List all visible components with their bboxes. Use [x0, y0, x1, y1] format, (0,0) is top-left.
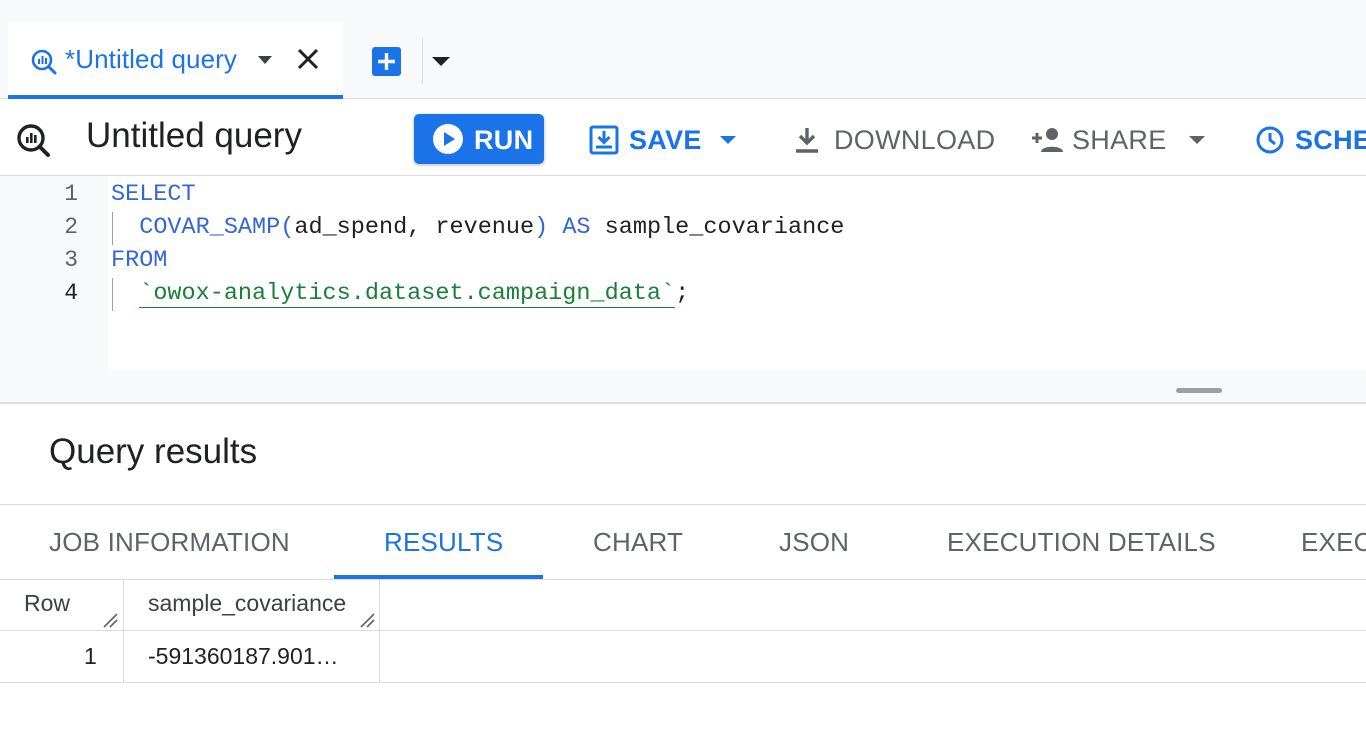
keyword-as: AS	[562, 214, 591, 241]
editor-resize-handle[interactable]	[1176, 388, 1222, 393]
line-number: 1	[64, 181, 78, 207]
editor-text-area[interactable]	[108, 176, 1366, 369]
column-resize-icon[interactable]	[359, 612, 375, 628]
share-chevron-down-icon	[1188, 136, 1205, 144]
column-divider	[379, 580, 380, 683]
line-number: 2	[64, 214, 78, 240]
tab-job-information[interactable]: JOB INFORMATION	[49, 527, 290, 558]
results-title: Query results	[49, 432, 258, 471]
table-header-row: Row sample_covariance	[0, 580, 1366, 631]
run-button[interactable]: RUN	[414, 114, 544, 164]
tab-label: *Untitled query	[65, 44, 238, 74]
page-title: Untitled query	[86, 116, 302, 155]
download-label: DOWNLOAD	[834, 124, 996, 155]
query-icon	[17, 124, 50, 157]
column-resize-icon[interactable]	[102, 612, 118, 628]
code-line-2: COVAR_SAMP(ad_spend, revenue) AS sample_…	[111, 214, 844, 241]
download-icon	[796, 128, 818, 153]
new-query-plus-icon[interactable]	[371, 46, 402, 77]
clock-icon	[1256, 126, 1284, 154]
code-line-3: FROM	[111, 247, 167, 274]
function-covar-samp: COVAR_SAMP(	[139, 214, 295, 241]
share-button[interactable]: SHARE	[1030, 120, 1205, 160]
results-tab-bar: JOB INFORMATION RESULTS CHART JSON EXECU…	[0, 504, 1366, 580]
share-label: SHARE	[1072, 124, 1167, 155]
table-row[interactable]: 1 -591360187.901…	[0, 631, 1366, 683]
save-button[interactable]: SAVE	[589, 120, 736, 160]
tab-untitled-query[interactable]: *Untitled query	[8, 22, 343, 99]
table-reference[interactable]: `owox-analytics.dataset.campaign_data`	[139, 280, 676, 308]
column-alias: sample_covariance	[604, 214, 845, 241]
row-number-cell: 1	[84, 643, 97, 669]
tab-chart[interactable]: CHART	[593, 527, 683, 558]
tab-execution-graph[interactable]: EXEC	[1301, 527, 1366, 558]
save-chevron-down-icon	[719, 136, 736, 144]
save-label: SAVE	[629, 124, 702, 155]
line-number: 3	[64, 247, 78, 273]
query-tab-strip: *Untitled query	[0, 0, 1366, 99]
schedule-button[interactable]: SCHE	[1255, 120, 1366, 160]
sample-covariance-cell[interactable]: -591360187.901…	[148, 643, 339, 670]
column-header-sample-covariance[interactable]: sample_covariance	[148, 590, 346, 617]
line-number: 4	[64, 280, 78, 306]
active-tab-indicator	[334, 575, 543, 579]
column-divider	[123, 580, 124, 683]
tab-execution-details[interactable]: EXECUTION DETAILS	[947, 527, 1216, 558]
tab-divider	[422, 38, 423, 84]
query-toolbar: Untitled query RUN SAVE DOWNLOAD SHARE S…	[0, 100, 1366, 176]
add-person-icon	[1032, 128, 1063, 152]
keyword-from: FROM	[111, 247, 168, 274]
tab-json[interactable]: JSON	[779, 527, 849, 558]
query-icon	[31, 49, 57, 75]
results-table: Row sample_covariance 1 -591360187.901…	[0, 580, 1366, 684]
download-button[interactable]: DOWNLOAD	[792, 120, 995, 160]
code-line-1: SELECT	[111, 181, 196, 208]
code-line-4: `owox-analytics.dataset.campaign_data`;	[111, 280, 690, 308]
sql-editor[interactable]: 1 2 3 4 SELECT COVAR_SAMP(ad_spend, reve…	[0, 176, 1366, 404]
run-label: RUN	[474, 125, 534, 155]
function-args: ad_spend, revenue	[294, 214, 535, 241]
close-icon[interactable]	[294, 45, 322, 73]
play-icon	[433, 124, 463, 154]
close-paren: )	[534, 214, 549, 241]
tab-results[interactable]: RESULTS	[384, 527, 503, 558]
save-icon	[589, 125, 619, 155]
semicolon: ;	[675, 280, 690, 307]
tab-menu-chevron-icon[interactable]	[258, 56, 272, 64]
column-header-row[interactable]: Row	[24, 590, 70, 617]
more-tabs-chevron-down-icon[interactable]	[432, 57, 450, 66]
schedule-label: SCHE	[1295, 124, 1366, 155]
editor-divider	[0, 402, 1366, 404]
keyword-select: SELECT	[111, 181, 196, 208]
